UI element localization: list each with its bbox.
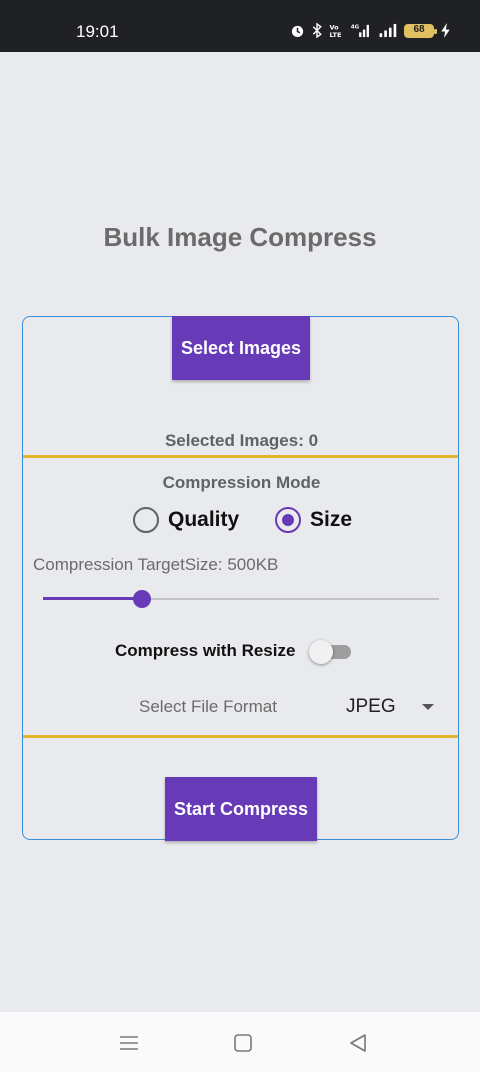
slider-thumb[interactable] — [133, 590, 151, 608]
file-format-select[interactable]: JPEG — [346, 693, 438, 721]
status-bar: 19:01 Vo LTE 4G 68 — [0, 0, 480, 52]
selected-images-count: Selected Images: 0 — [164, 431, 319, 450]
radio-size[interactable]: Size — [275, 505, 352, 535]
divider-bottom — [23, 735, 458, 738]
battery-level: 68 — [413, 23, 425, 35]
radio-size-circle[interactable] — [275, 507, 301, 533]
signal-icon — [379, 23, 397, 38]
divider-top — [23, 455, 458, 458]
back-icon — [350, 1034, 366, 1052]
file-format-label: Select File Format — [139, 697, 277, 716]
nav-back-button[interactable] — [346, 1032, 370, 1054]
radio-quality-circle[interactable] — [133, 507, 159, 533]
status-icons: Vo LTE 4G 68 — [290, 23, 450, 38]
slider-fill — [43, 597, 142, 600]
status-time: 19:01 — [76, 22, 119, 41]
svg-text:4G: 4G — [351, 25, 360, 31]
resize-label: Compress with Resize — [115, 641, 296, 660]
dropdown-arrow-icon[interactable] — [422, 704, 434, 710]
radio-quality-label: Quality — [168, 508, 240, 531]
resize-toggle[interactable] — [309, 639, 351, 665]
volte-icon: VoLTE — [329, 24, 341, 38]
nav-home-button[interactable] — [231, 1032, 255, 1054]
bluetooth-icon — [312, 23, 322, 38]
nav-menu-button[interactable] — [117, 1032, 141, 1054]
battery-icon: 68 — [404, 23, 437, 38]
navigation-bar — [0, 1012, 480, 1072]
radio-quality[interactable]: Quality — [133, 505, 239, 535]
target-size-label: Compression TargetSize: 500KB — [33, 555, 279, 574]
target-size-slider[interactable] — [43, 589, 439, 609]
app-title: Bulk Image Compress — [103, 222, 377, 252]
alarm-icon — [291, 25, 304, 38]
signal-4g-icon: 4G — [351, 25, 369, 38]
file-format-value[interactable]: JPEG — [346, 696, 396, 718]
start-compress-button[interactable]: Start Compress — [165, 777, 317, 841]
radio-size-label: Size — [310, 508, 353, 531]
charging-icon — [441, 23, 450, 38]
svg-text:LTE: LTE — [329, 31, 341, 38]
compression-mode-label: Compression Mode — [162, 473, 321, 492]
menu-icon — [120, 1036, 138, 1050]
compress-card: Select Images Selected Images: 0 Compres… — [22, 316, 459, 841]
toggle-thumb[interactable] — [309, 640, 333, 664]
select-images-button[interactable]: Select Images — [172, 316, 310, 380]
home-icon — [234, 1034, 252, 1052]
